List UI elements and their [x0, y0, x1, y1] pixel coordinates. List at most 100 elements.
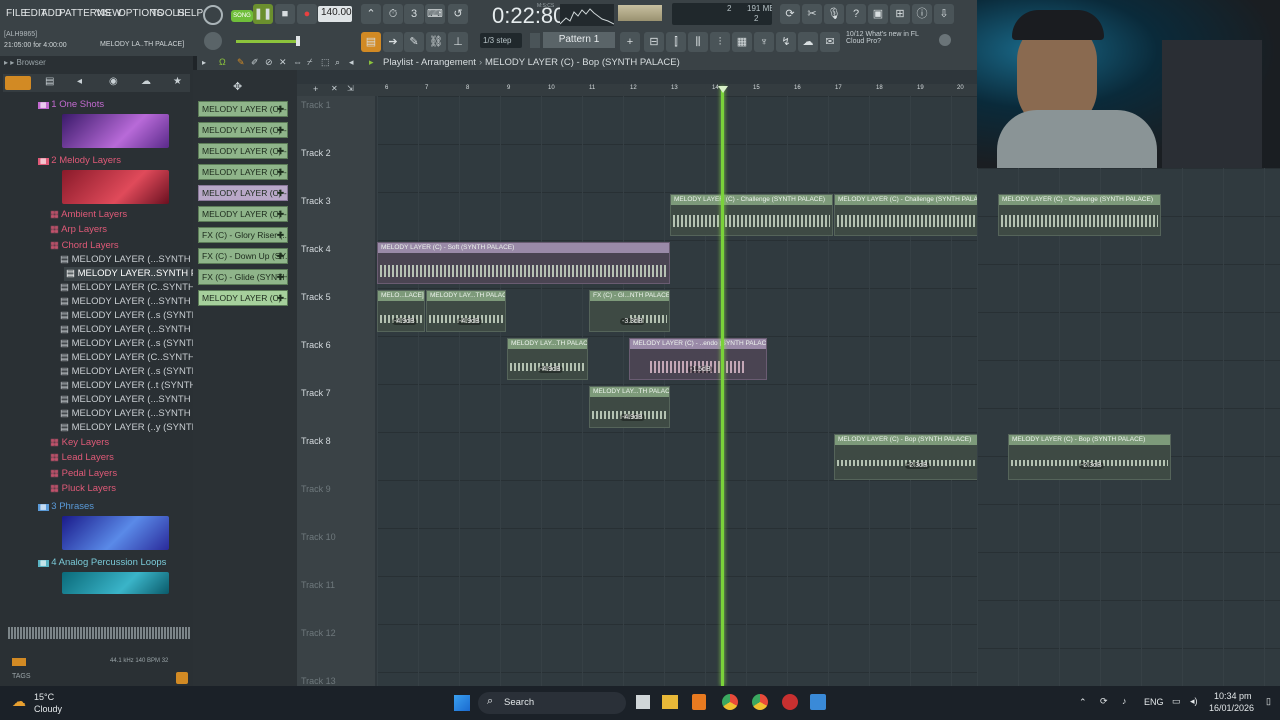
picker-item[interactable]: FX (C) - Glide (SYNTH... ✚ — [198, 269, 288, 285]
add-track-icon[interactable]: + — [313, 84, 318, 94]
clock-date[interactable]: 16/01/2026 — [1209, 703, 1254, 713]
picker-item[interactable]: MELODY LAYER (C) - S..✚ — [198, 143, 288, 159]
playhead[interactable] — [721, 86, 724, 686]
clip-track4[interactable]: MELODY LAYER (C) - Soft (SYNTH PALACE) — [377, 242, 670, 284]
task-view-icon[interactable] — [636, 695, 650, 709]
pattern-add-icon[interactable]: + — [620, 32, 640, 52]
master-pitch-slider[interactable] — [236, 40, 300, 43]
clip-track5-c[interactable]: FX (C) - Gl...NTH PALACE] -3.3dB — [589, 290, 670, 332]
app-icon[interactable] — [810, 694, 826, 710]
song-time[interactable]: 0:22:80 — [492, 3, 565, 29]
track-5-label[interactable]: Track 5 — [301, 292, 331, 302]
folder-one-shots[interactable]: ▦ 1 One Shots — [38, 99, 104, 110]
fl-studio-icon[interactable] — [692, 694, 706, 710]
clip-track8-b-overlay[interactable]: MELODY LAYER (C) - Bop (SYNTH PALACE) -2.… — [1008, 434, 1171, 480]
app-icon[interactable] — [782, 694, 798, 710]
mixer-icon[interactable]: ⊞ — [890, 4, 910, 24]
plus-icon[interactable]: ✚ — [277, 270, 284, 284]
plus-icon[interactable]: ✚ — [277, 186, 284, 200]
file-icon[interactable]: ▤ — [45, 76, 54, 87]
weather-temp[interactable]: 15°C — [34, 692, 54, 702]
wait-icon[interactable]: ⏱ — [383, 4, 403, 24]
playback-tool-icon[interactable]: ◂ — [349, 57, 354, 68]
folder-arp-layers[interactable]: ▦ Arp Layers — [50, 224, 107, 235]
stamp-icon[interactable]: ⊥ — [448, 32, 468, 52]
picker-item[interactable]: MELODY LAYER (C) - C..✚ — [198, 290, 288, 306]
track-9-label[interactable]: Track 9 — [301, 484, 331, 494]
search-icon[interactable] — [176, 672, 188, 684]
master-volume-knob[interactable] — [204, 32, 222, 50]
metronome-icon[interactable]: ⌃ — [361, 4, 381, 24]
track-11-label[interactable]: Track 11 — [301, 580, 335, 590]
pattern-prev-icon[interactable] — [530, 33, 540, 48]
clip-track3-a[interactable]: MELODY LAYER (C) - Challenge (SYNTH PALA… — [670, 194, 833, 236]
clip-track3-c-overlay[interactable]: MELODY LAYER (C) - Challenge (SYNTH PALA… — [998, 194, 1161, 236]
sync-icon[interactable]: ⟳ — [1100, 696, 1108, 707]
arrangement-grid[interactable] — [377, 96, 977, 686]
volume-icon[interactable]: ◂) — [1190, 696, 1198, 707]
help-icon[interactable]: ? — [846, 4, 866, 24]
weather-condition[interactable]: Cloudy — [34, 704, 62, 714]
playlist-icon[interactable]: ⊟ — [644, 32, 664, 52]
delete-tool-icon[interactable]: ⊘ — [265, 57, 273, 68]
pencil-icon[interactable]: ✎ — [404, 32, 424, 52]
track-8-label[interactable]: Track 8 — [301, 436, 331, 446]
language-indicator[interactable]: ENG — [1144, 697, 1164, 707]
folder-chord-layers[interactable]: ▦ Chord Layers — [50, 240, 119, 251]
snap-magnet-icon[interactable]: ▤ — [361, 32, 381, 52]
plus-icon[interactable]: ✚ — [277, 123, 284, 137]
explorer-icon[interactable] — [662, 695, 678, 709]
search-box[interactable]: ⌕ Search — [478, 692, 626, 714]
track-10-label[interactable]: Track 10 — [301, 532, 336, 542]
slip-tool-icon[interactable]: ⇔ — [293, 57, 302, 67]
plus-icon[interactable]: ✚ — [277, 144, 284, 158]
plus-icon[interactable]: ✚ — [277, 207, 284, 221]
chrome-icon[interactable] — [722, 694, 738, 710]
picker-move-icon[interactable]: ✥ — [233, 80, 242, 93]
clip-track5-b[interactable]: MELODY LAY...TH PALACE] -4.9dB — [426, 290, 506, 332]
folder-melody-layers[interactable]: ▦ 2 Melody Layers — [38, 155, 121, 166]
weather-icon[interactable]: ☁ — [12, 693, 26, 710]
plus-icon[interactable]: ✚ — [277, 249, 284, 263]
news-toggle-icon[interactable] — [939, 34, 951, 46]
play-icon[interactable]: ❚❚ — [253, 4, 273, 24]
menu-help[interactable]: HELP — [177, 8, 203, 19]
clip-track6-b[interactable]: MELODY LAYER (C) - ..endo (SYNTH PALACE)… — [629, 338, 767, 380]
draw-tool-icon[interactable]: ✎ — [237, 57, 245, 68]
pianoroll-icon[interactable]: ⫿ — [666, 32, 686, 52]
keyboard-icon[interactable]: ⌨ — [425, 4, 445, 24]
clock-time[interactable]: 10:34 pm — [1214, 691, 1252, 701]
folder-ambient-layers[interactable]: ▦ Ambient Layers — [50, 209, 127, 220]
folder-analog-percussion[interactable]: ▦ 4 Analog Percussion Loops — [38, 557, 166, 568]
track-12-label[interactable]: Track 12 — [301, 628, 336, 638]
cloud-icon[interactable]: ☁ — [798, 32, 818, 52]
slice-tool-icon[interactable]: ⌿ — [307, 57, 312, 68]
arrow-right-icon[interactable]: ➔ — [383, 32, 403, 52]
picker-item[interactable]: FX (C) - Down Up (SY... ✚ — [198, 248, 288, 264]
magnet-icon[interactable]: Ω — [219, 57, 226, 67]
track-2-label[interactable]: Track 2 — [301, 148, 331, 158]
track-6-label[interactable]: Track 6 — [301, 340, 331, 350]
tempo-display[interactable]: 140.000 — [318, 6, 352, 22]
speaker-icon[interactable]: ◂ — [77, 76, 82, 87]
display-icon[interactable]: ▭ — [1172, 696, 1181, 707]
folder-lead-layers[interactable]: ▦ Lead Layers — [50, 452, 114, 463]
plus-icon[interactable]: ✚ — [277, 165, 284, 179]
timeline-ruler[interactable]: + ✕ ⇲ 6 7 8 9 10 11 12 13 14 15 16 17 18… — [297, 84, 977, 96]
download-icon[interactable]: ⇩ — [934, 4, 954, 24]
pattern-song-toggle[interactable] — [203, 5, 223, 25]
preview-play-icon[interactable] — [12, 658, 26, 666]
stop-icon[interactable]: ■ — [275, 4, 295, 24]
plus-icon[interactable]: ✚ — [277, 102, 284, 116]
cloud-tab-icon[interactable]: ☁ — [141, 76, 151, 87]
clip-track5-a[interactable]: MELO...LACE] -4.9dB — [377, 290, 425, 332]
arrangement-icon[interactable]: ▸ — [369, 57, 374, 68]
info-icon[interactable]: ⓘ — [912, 4, 932, 24]
picker-item[interactable]: MELODY LAYER (C) - C..✚ — [198, 185, 288, 201]
mute-tool-icon[interactable]: ✕ — [279, 57, 287, 68]
folder-pedal-layers[interactable]: ▦ Pedal Layers — [50, 468, 117, 479]
countdown-icon[interactable]: 3 — [404, 4, 424, 24]
picker-item[interactable]: MELODY LAYER (C) - C..✚ — [198, 101, 288, 117]
resize-icon[interactable]: ⇲ — [347, 84, 354, 93]
zoom-tool-icon[interactable]: ⌕ — [335, 57, 340, 68]
